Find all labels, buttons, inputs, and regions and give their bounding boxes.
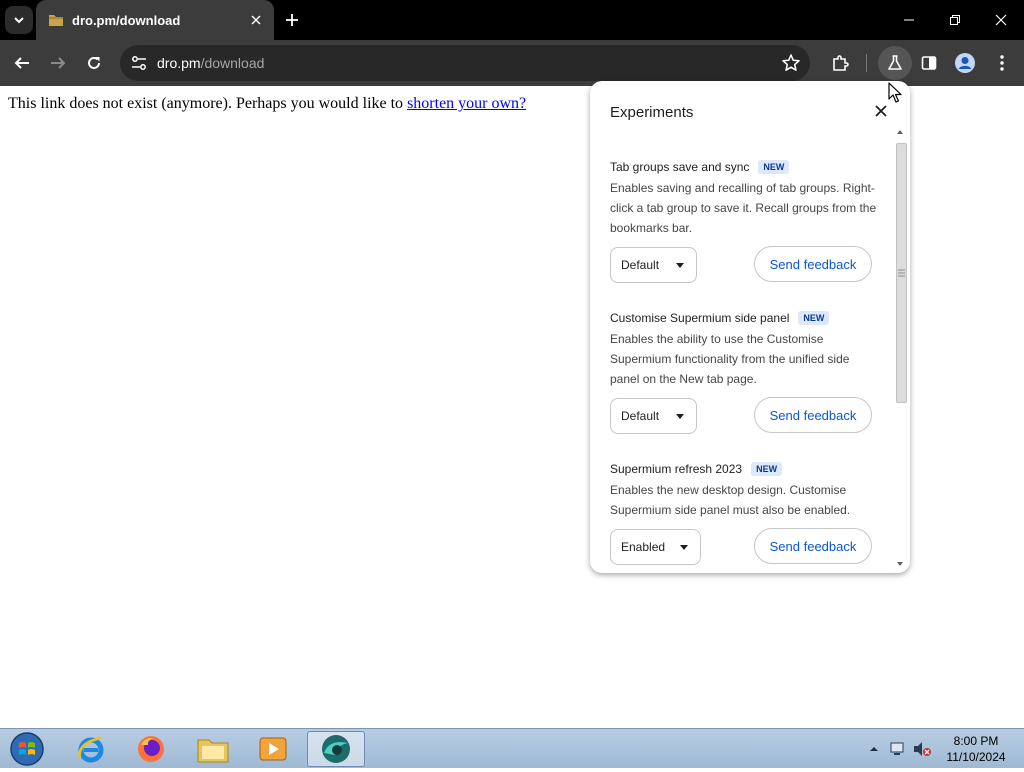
windows-start-orb-icon [10,732,44,766]
new-badge: NEW [751,462,783,476]
restore-button[interactable] [932,0,978,40]
experiment-name: Supermium refresh 2023 [610,462,743,476]
show-hidden-icons-icon[interactable] [868,744,880,754]
site-info-icon [132,56,146,70]
start-button[interactable] [6,731,48,767]
send-feedback-button[interactable]: Send feedback [754,528,872,564]
close-icon [251,15,261,25]
experiment-item: Supermium refresh 2023 NEW Enables the n… [610,461,880,520]
extensions-button[interactable] [826,48,856,78]
select-value: Default [621,409,660,423]
experiment-description: Enables the new desktop design. Customis… [610,483,851,517]
firefox-icon [138,736,164,762]
page-message: This link does not exist (anymore). Perh… [8,95,526,113]
scrollbar-thumb[interactable] [896,143,907,403]
experiment-title: Customise Supermium side panel NEW [610,310,880,326]
side-panel-icon [921,56,937,70]
experiment-item: Tab groups save and sync NEW Enables sav… [610,159,880,238]
message-text: This link does not exist (anymore). Perh… [8,95,408,112]
taskbar-internet-explorer[interactable] [62,731,120,767]
back-button[interactable] [7,48,37,78]
experiments-popup: Experiments Tab groups save and sync NEW… [590,81,910,573]
profile-button[interactable] [950,48,980,78]
toolbar-divider [866,54,867,72]
back-arrow-icon [14,57,29,69]
popup-title: Experiments [610,104,694,121]
chevron-down-icon [14,17,24,24]
experiment-state-select[interactable]: Default [610,398,697,434]
internet-explorer-icon [78,736,104,763]
media-player-icon [259,737,287,761]
plus-icon [286,14,298,26]
minimize-button[interactable] [886,0,932,40]
experiment-title: Supermium refresh 2023 NEW [610,461,880,477]
clock-time: 8:00 PM [953,734,999,748]
experiment-item: Customise Supermium side panel NEW Enabl… [610,310,880,389]
restore-icon [950,15,960,25]
side-panel-button[interactable] [914,48,944,78]
scroll-up-arrow-icon[interactable] [894,127,906,137]
more-vertical-icon [1000,55,1004,71]
bookmark-star-icon[interactable] [780,52,802,74]
caret-down-icon [676,414,684,419]
reload-icon [88,56,100,69]
select-value: Default [621,258,660,272]
menu-button[interactable] [987,48,1017,78]
tab-close-button[interactable] [246,10,266,30]
send-feedback-button[interactable]: Send feedback [754,397,872,433]
url-host: dro.pm [157,55,201,71]
taskbar-file-explorer[interactable] [184,731,242,767]
flask-icon [888,55,902,70]
experiment-name: Tab groups save and sync [610,160,750,174]
taskbar-supermium-browser[interactable] [307,731,365,767]
taskbar-clock[interactable]: 8:00 PM 11/10/2024 [936,733,1016,765]
tab-strip: dro.pm/download [0,0,1024,40]
close-icon[interactable] [872,102,890,120]
new-tab-button[interactable] [280,8,304,32]
folder-icon [197,739,229,763]
experiment-name: Customise Supermium side panel [610,311,790,325]
tab-search-button[interactable] [5,6,33,34]
experiments-button[interactable] [878,46,912,80]
system-tray [868,729,932,769]
volume-muted-icon[interactable] [912,740,932,758]
send-feedback-button[interactable]: Send feedback [754,246,872,282]
select-value: Enabled [621,540,666,554]
shorten-link[interactable]: shorten your own? [407,95,526,112]
active-tab[interactable]: dro.pm/download [36,0,274,40]
scroll-down-arrow-icon[interactable] [894,559,906,569]
network-icon[interactable] [888,740,908,758]
browser-toolbar: dro.pm/download [0,40,1024,86]
forward-arrow-icon [51,57,66,69]
new-badge: NEW [798,311,830,325]
close-icon [995,14,1007,26]
caret-down-icon [680,545,688,550]
url-text: dro.pm/download [157,55,264,71]
experiment-description: Enables the ability to use the Customise… [610,332,850,386]
folder-favicon-icon [49,15,63,26]
taskbar-firefox[interactable] [122,731,180,767]
taskbar-media-player[interactable] [244,731,302,767]
experiment-state-select[interactable]: Default [610,247,697,283]
new-badge: NEW [758,160,790,174]
tab-title: dro.pm/download [72,13,181,28]
clock-date: 11/10/2024 [946,750,1006,764]
mouse-cursor-icon [888,82,902,103]
url-path: /download [200,55,265,71]
grip-icon [898,269,905,277]
forward-button[interactable] [43,48,73,78]
puzzle-icon [833,55,849,71]
experiment-title: Tab groups save and sync NEW [610,159,880,175]
avatar-icon [955,53,975,73]
experiment-state-select[interactable]: Enabled [610,529,701,565]
experiment-description: Enables saving and recalling of tab grou… [610,181,877,235]
supermium-browser-icon [322,735,350,763]
close-window-button[interactable] [978,0,1024,40]
reload-button[interactable] [79,48,109,78]
caret-down-icon [676,263,684,268]
minimize-icon [904,19,914,21]
address-bar[interactable]: dro.pm/download [120,45,810,81]
windows-taskbar: 8:00 PM 11/10/2024 [0,728,1024,768]
